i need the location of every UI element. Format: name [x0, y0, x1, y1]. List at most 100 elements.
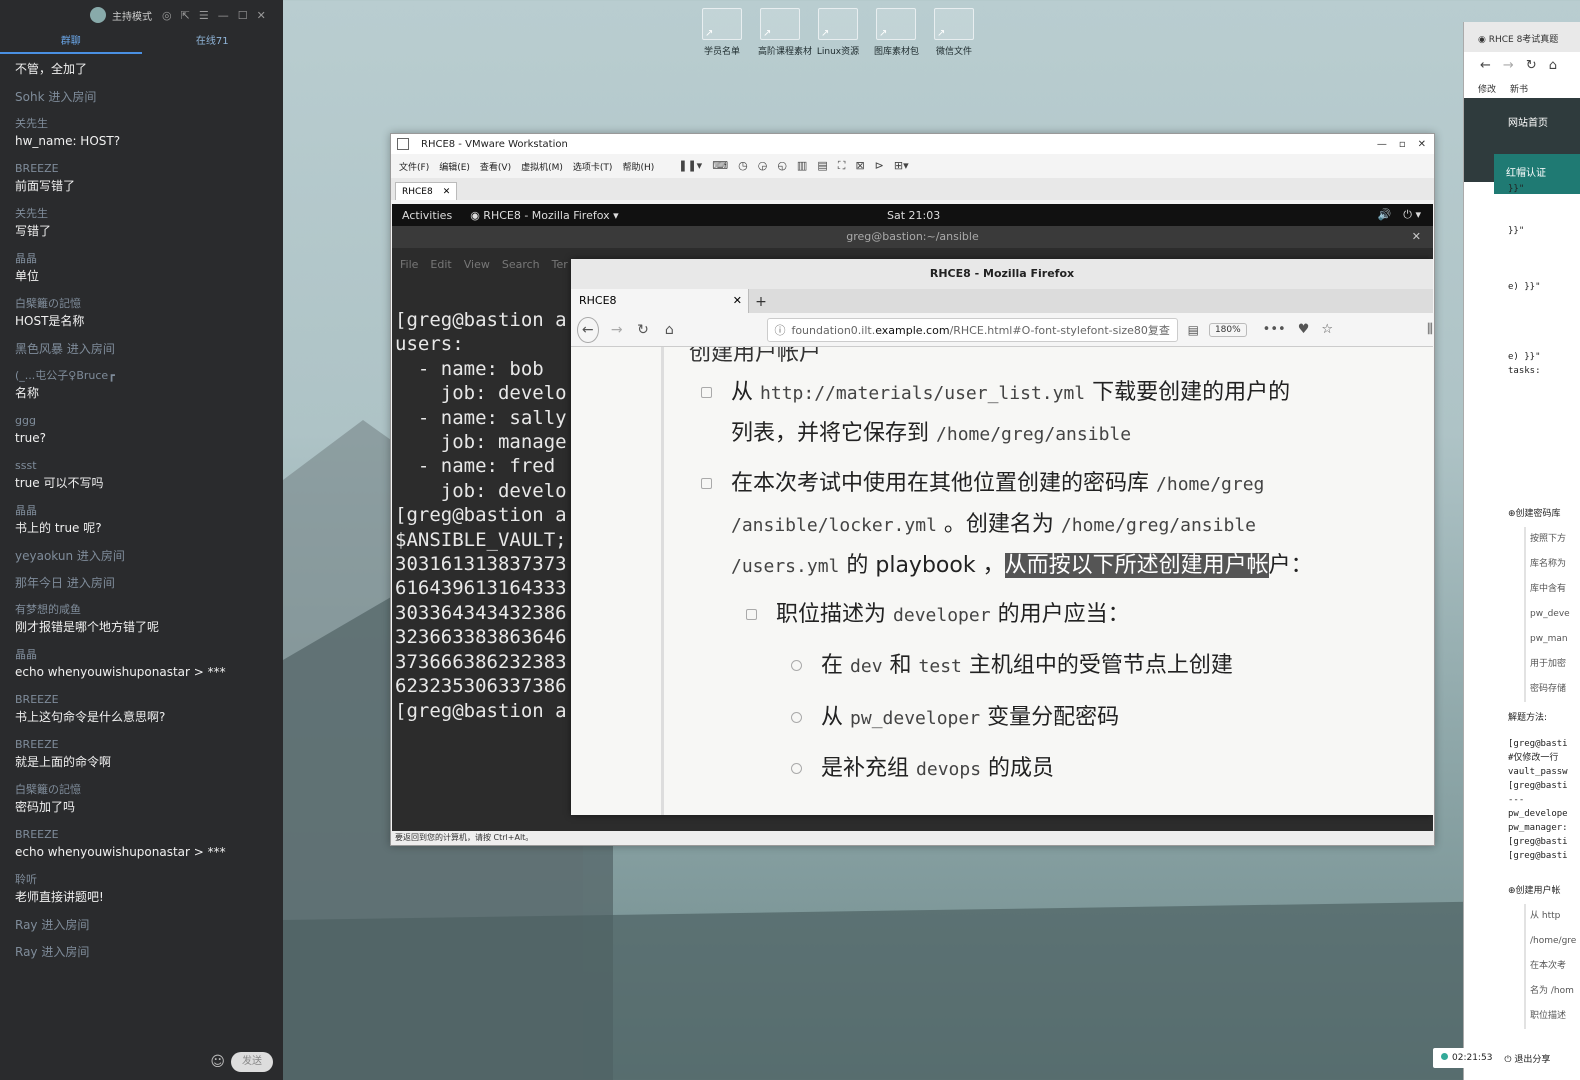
- chat-username: ssst: [15, 459, 37, 472]
- library-icon[interactable]: ⫼: [1427, 322, 1433, 337]
- popout-icon[interactable]: ⇱: [181, 9, 190, 22]
- emoji-icon[interactable]: ☺: [210, 1054, 225, 1070]
- pocket-icon[interactable]: ♥: [1298, 322, 1310, 337]
- terminal-menu-search[interactable]: Search: [502, 258, 540, 271]
- settings-icon[interactable]: ◎: [162, 9, 172, 22]
- minimize-icon[interactable]: —: [1377, 139, 1387, 150]
- checkbox-icon[interactable]: [791, 712, 802, 723]
- section-heading: ⊕创建密码库: [1508, 509, 1561, 519]
- power-icon[interactable]: ⏻ ▾: [1403, 208, 1421, 222]
- checkbox-icon[interactable]: [791, 763, 802, 774]
- checkbox-icon[interactable]: [791, 660, 802, 671]
- menu-vm[interactable]: 虚拟机(M): [521, 160, 563, 173]
- firefox-window: RHCE8 - Mozilla Firefox RHCE8 ✕ + ← → ↻ …: [571, 259, 1433, 815]
- send-button[interactable]: 发送: [231, 1052, 273, 1072]
- checkbox-icon[interactable]: [701, 478, 712, 489]
- menu-view[interactable]: 查看(V): [480, 160, 511, 173]
- close-tab-icon[interactable]: ✕: [733, 289, 742, 313]
- info-icon[interactable]: ⓘ: [774, 322, 785, 338]
- selected-text: 从而按以下所述创建用户帐: [1004, 553, 1269, 578]
- maximize-icon[interactable]: ☐: [238, 9, 248, 22]
- pause-icon[interactable]: ❚❚▾: [678, 159, 702, 173]
- clock[interactable]: Sat 21:03: [887, 209, 940, 222]
- desktop-icon[interactable]: 微信文件: [932, 8, 976, 57]
- menu-help[interactable]: 帮助(H): [622, 160, 654, 173]
- checkbox-icon[interactable]: [746, 609, 757, 620]
- unity-icon[interactable]: ⊠: [855, 159, 864, 173]
- code-line: #仅修改一行: [1508, 753, 1559, 763]
- reload-icon[interactable]: ↻: [635, 322, 651, 338]
- chat-username: 聆听: [15, 873, 37, 886]
- volume-icon[interactable]: 🔊: [1378, 208, 1392, 222]
- vmware-logo-icon: [397, 138, 409, 150]
- browser-tab[interactable]: RHCE8 ✕: [571, 289, 749, 313]
- close-tab-icon[interactable]: ✕: [443, 183, 451, 200]
- url-bar[interactable]: ⓘ foundation0.ilt.example.com/RHCE.html#…: [767, 317, 1178, 342]
- back-icon[interactable]: ←: [1480, 58, 1491, 73]
- tab-vm-rhce8[interactable]: RHCE8 ✕: [395, 182, 458, 200]
- nav-home[interactable]: 网站首页: [1464, 114, 1580, 154]
- back-icon[interactable]: ←: [577, 316, 599, 343]
- home-icon[interactable]: ⌂: [661, 322, 677, 338]
- terminal-menu-edit[interactable]: Edit: [430, 258, 451, 271]
- exit-share-button[interactable]: ⏻ 退出分享: [1504, 1052, 1550, 1065]
- page-actions-icon[interactable]: •••: [1263, 322, 1286, 337]
- close-icon[interactable]: ✕: [257, 9, 266, 22]
- browser-tab[interactable]: ◉ RHCE 8考试真题: [1464, 22, 1580, 52]
- restore-snapshot-icon[interactable]: ◶: [758, 159, 768, 173]
- desktop-icon[interactable]: 学员名单: [700, 8, 744, 57]
- tab-group-chat[interactable]: 群聊: [0, 30, 142, 54]
- code-line: [greg@basti: [1508, 851, 1568, 861]
- close-icon[interactable]: ✕: [1418, 139, 1426, 150]
- terminal-menu-terminal[interactable]: Ter: [552, 258, 568, 271]
- menu-edit[interactable]: 编辑(E): [439, 160, 470, 173]
- reader-view-icon[interactable]: ▤: [1188, 323, 1199, 337]
- send-keys-icon[interactable]: ⌨: [712, 159, 728, 173]
- task-subitem: 是补充组 devops 的成员: [791, 749, 1054, 790]
- new-tab-icon[interactable]: +: [749, 291, 773, 313]
- minimize-icon[interactable]: —: [218, 9, 229, 22]
- app-menu[interactable]: ◉ RHCE8 - Mozilla Firefox ▾: [470, 209, 618, 222]
- checkbox-icon[interactable]: [701, 387, 712, 398]
- snapshot-manager-icon[interactable]: ◵: [777, 159, 787, 173]
- snapshot-icon[interactable]: ◷: [738, 159, 748, 173]
- menu-tabs[interactable]: 选项卡(T): [573, 160, 613, 173]
- desktop-icon[interactable]: Linux资源: [816, 8, 860, 57]
- task-item: 在本次考试中使用在其他位置创建的密码库 /home/greg /ansible/…: [701, 464, 1313, 587]
- desktop-icon[interactable]: 图库素材包: [874, 8, 919, 57]
- guest-screen[interactable]: Activities ◉ RHCE8 - Mozilla Firefox ▾ S…: [392, 204, 1433, 831]
- menu-file[interactable]: 文件(F): [399, 160, 429, 173]
- maximize-icon[interactable]: ▫: [1399, 139, 1406, 150]
- menu-icon[interactable]: ☰: [199, 9, 209, 22]
- home-icon[interactable]: ⌂: [1549, 58, 1557, 73]
- sidebar-icon[interactable]: ▥: [797, 159, 807, 173]
- forward-icon[interactable]: →: [1503, 58, 1514, 73]
- console-icon[interactable]: ⊳: [875, 159, 884, 173]
- terminal-menu-view[interactable]: View: [464, 258, 490, 271]
- fullscreen-icon[interactable]: ⛶: [838, 159, 846, 173]
- task-item: 从 http://materials/user_list.yml 下载要创建的用…: [701, 373, 1290, 455]
- chat-message: 黑色风暴 进入房间: [15, 341, 283, 357]
- folder-shortcut-icon: [876, 8, 916, 40]
- tab-online[interactable]: 在线71: [142, 30, 284, 54]
- thumbnail-icon[interactable]: ▤: [817, 159, 827, 173]
- bookmark-item[interactable]: 修改: [1478, 82, 1496, 95]
- chat-username: BREEZE: [15, 828, 59, 841]
- terminal-menu-file[interactable]: File: [400, 258, 418, 271]
- view-options-icon[interactable]: ⊞▾: [894, 159, 909, 173]
- activities-button[interactable]: Activities: [402, 209, 452, 222]
- zoom-indicator[interactable]: 180%: [1208, 322, 1247, 337]
- reload-icon[interactable]: ↻: [1526, 58, 1537, 73]
- chat-message: 晶晶 单位: [15, 251, 283, 285]
- forward-icon[interactable]: →: [609, 322, 625, 338]
- bookmark-item[interactable]: 新书: [1510, 82, 1528, 95]
- bookmark-star-icon[interactable]: ☆: [1321, 322, 1333, 337]
- desktop-icon[interactable]: 高阶课程素材: [758, 8, 812, 57]
- window-title: RHCE8 - VMware Workstation: [421, 138, 568, 150]
- close-icon[interactable]: ✕: [1412, 226, 1421, 248]
- live-chat-panel: 主持模式 ◎ ⇱ ☰ — ☐ ✕ 群聊 在线71 不管，全加了 Sohk 进入房间…: [0, 0, 283, 1080]
